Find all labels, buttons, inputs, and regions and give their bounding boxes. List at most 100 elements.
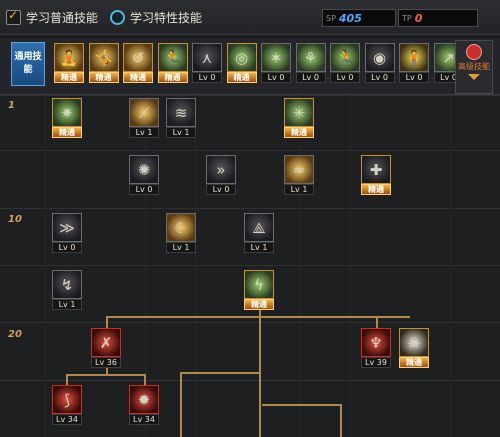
skill-level: Lv 1 xyxy=(129,127,159,138)
guard-icon[interactable]: ✚ xyxy=(361,155,391,184)
runner-icon[interactable]: 🏃 xyxy=(157,43,188,72)
skill-slot[interactable]: ↯ Lv 1 xyxy=(52,270,82,310)
skill-slot[interactable]: ≫ Lv 0 xyxy=(52,213,82,253)
shield-ring-icon[interactable]: ◉ xyxy=(364,43,395,72)
pose-icon[interactable]: 🤸 xyxy=(88,43,119,72)
checkbox-icon[interactable] xyxy=(6,8,21,25)
skill-slot[interactable]: ◎ 精通 xyxy=(226,43,257,83)
fire-fan-icon[interactable]: ✹ xyxy=(129,385,159,414)
tree-connector xyxy=(106,316,410,318)
skill-slot[interactable]: ⋏ Lv 0 xyxy=(192,43,222,83)
moon-slash-icon[interactable]: ☾ xyxy=(166,213,196,242)
column-divider xyxy=(350,95,351,437)
tree-connector xyxy=(340,404,342,437)
skill-slot[interactable]: ♆ Lv 39 xyxy=(361,328,391,368)
learn-normal-option[interactable]: 学习普通技能 xyxy=(6,8,98,25)
whirl-kick-icon[interactable]: ✷ xyxy=(52,98,82,127)
learn-special-option[interactable]: 学习特性技能 xyxy=(110,9,202,25)
tree-connector xyxy=(259,316,261,437)
skill-level: Lv 0 xyxy=(295,72,326,83)
target-icon[interactable]: ◎ xyxy=(226,43,257,72)
tree-connector xyxy=(106,316,108,328)
skull-icon[interactable]: ☠ xyxy=(399,328,429,357)
skill-level: Lv 34 xyxy=(52,414,82,425)
skill-slot[interactable]: 🤸 精通 xyxy=(88,43,119,83)
level-label: 1 xyxy=(8,100,15,111)
stance-icon[interactable]: 🧘 xyxy=(54,43,84,72)
chevron-down-icon[interactable] xyxy=(468,74,480,80)
mastery-badge: 精通 xyxy=(157,72,188,83)
mastery-badge: 精通 xyxy=(226,72,257,83)
skill-level: Lv 39 xyxy=(361,357,391,368)
column-divider xyxy=(195,95,196,437)
row-divider xyxy=(0,322,500,323)
skill-slot[interactable]: 🏃 Lv 0 xyxy=(330,43,360,83)
upper-slash-icon[interactable]: ⟋ xyxy=(129,98,159,127)
sprint-icon[interactable]: 🏃 xyxy=(330,43,360,72)
swing-icon[interactable]: ↺ xyxy=(123,43,153,72)
fighter-icon[interactable]: 🧍 xyxy=(399,43,429,72)
skill-slot[interactable]: ◉ Lv 0 xyxy=(364,43,395,83)
burst-icon[interactable]: ✺ xyxy=(129,155,159,184)
skill-slot[interactable]: ✶ Lv 0 xyxy=(261,43,291,83)
advanced-icon xyxy=(466,44,482,60)
blood-slash-icon[interactable]: ✗ xyxy=(91,328,121,357)
skill-slot[interactable]: ✗ Lv 36 xyxy=(91,328,121,368)
skill-level: Lv 0 xyxy=(261,72,291,83)
slash-wave-icon[interactable]: ≈ xyxy=(284,155,314,184)
skill-slot[interactable]: ⟁ Lv 1 xyxy=(244,213,274,253)
skill-slot[interactable]: ≋ Lv 1 xyxy=(166,98,196,138)
leaf-icon[interactable]: ⚘ xyxy=(295,43,326,72)
skill-level: Lv 0 xyxy=(330,72,360,83)
advanced-label: 高级技能 xyxy=(458,62,490,71)
skill-level: Lv 36 xyxy=(91,357,121,368)
tree-connector xyxy=(66,374,146,376)
row-divider xyxy=(0,380,500,381)
skill-slot[interactable]: 🧘 精通 xyxy=(54,43,84,83)
back-step-icon[interactable]: ✳ xyxy=(284,98,314,127)
cross-cut-icon[interactable]: ≫ xyxy=(52,213,82,242)
demon-icon[interactable]: ♆ xyxy=(361,328,391,357)
radio-icon[interactable] xyxy=(110,9,125,25)
skill-level: Lv 1 xyxy=(284,184,314,195)
tree-connector xyxy=(66,374,68,385)
tp-value: 0 xyxy=(414,11,423,25)
skill-slot[interactable]: 🧍 Lv 0 xyxy=(399,43,429,83)
wings-icon[interactable]: ⋏ xyxy=(192,43,222,72)
skill-level: Lv 0 xyxy=(364,72,395,83)
skill-slot[interactable]: ≈ Lv 1 xyxy=(284,155,314,195)
mastery-badge: 精通 xyxy=(88,72,119,83)
skill-slot[interactable]: ⟋ Lv 1 xyxy=(129,98,159,138)
wind-cut-icon[interactable]: ↯ xyxy=(52,270,82,299)
skill-slot[interactable]: ϟ 精通 xyxy=(244,270,274,310)
lightning-icon[interactable]: ϟ xyxy=(244,270,274,299)
triple-slash-icon[interactable]: ≋ xyxy=(166,98,196,127)
general-skills-tab[interactable]: 通用技能 xyxy=(11,42,45,86)
skill-slot[interactable]: ☾ Lv 1 xyxy=(166,213,196,253)
skill-slot[interactable]: ✺ Lv 0 xyxy=(129,155,159,195)
rush-icon[interactable]: » xyxy=(206,155,236,184)
skill-slot[interactable]: ✳ 精通 xyxy=(284,98,314,138)
skill-slot[interactable]: 🏃 精通 xyxy=(157,43,188,83)
learn-special-label: 学习特性技能 xyxy=(130,10,203,25)
skill-slot[interactable]: ⟆ Lv 34 xyxy=(52,385,82,425)
mastery-badge: 精通 xyxy=(54,72,84,83)
skill-slot[interactable]: ✷ 精通 xyxy=(52,98,82,138)
column-divider xyxy=(450,95,451,437)
mastery-badge: 精通 xyxy=(244,299,274,310)
column-divider xyxy=(45,95,46,437)
skill-level: Lv 0 xyxy=(192,72,222,83)
skill-slot[interactable]: ✚ 精通 xyxy=(361,155,391,195)
skill-slot[interactable]: » Lv 0 xyxy=(206,155,236,195)
row-divider xyxy=(0,265,500,266)
skill-slot[interactable]: ✹ Lv 34 xyxy=(129,385,159,425)
ghost-step-icon[interactable]: ⟁ xyxy=(244,213,274,242)
spin-icon[interactable]: ✶ xyxy=(261,43,291,72)
skill-slot[interactable]: ⚘ Lv 0 xyxy=(295,43,326,83)
level-label: 20 xyxy=(8,329,22,340)
flame-slash-icon[interactable]: ⟆ xyxy=(52,385,82,414)
tree-connector xyxy=(180,372,260,374)
skill-slot[interactable]: ↺ 精通 xyxy=(123,43,153,83)
skill-slot[interactable]: ☠ 精通 xyxy=(399,328,429,368)
advanced-skills-button[interactable]: 高级技能 xyxy=(455,40,493,94)
